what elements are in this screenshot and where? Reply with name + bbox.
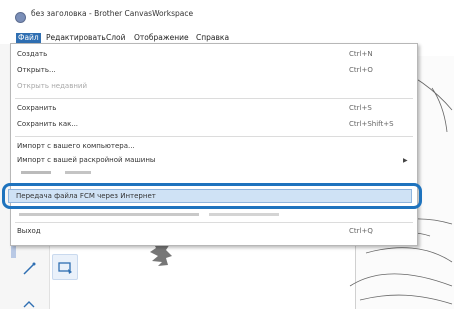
file-menu-dropdown: Создать Ctrl+N Открыть... Ctrl+O Открыть… <box>10 43 418 246</box>
vine-curve <box>431 87 448 133</box>
leaf-curve <box>365 247 453 263</box>
pen-tool-icon[interactable] <box>22 262 36 276</box>
submenu-arrow-icon: ▶ <box>403 157 408 164</box>
partially-hidden-menu-item <box>19 213 279 216</box>
menu-item-save[interactable]: Сохранить Ctrl+S <box>11 102 417 115</box>
tool-group-marker <box>11 244 16 258</box>
cut-tool-icon[interactable] <box>22 296 36 309</box>
menu-item-new[interactable]: Создать Ctrl+N <box>11 48 417 61</box>
menu-item-exit[interactable]: Выход Ctrl+Q <box>11 225 417 238</box>
menu-item-import-machine[interactable]: Импорт с вашей раскройной машины ▶ <box>11 154 417 167</box>
partially-hidden-menu-item <box>21 171 91 174</box>
leaf-curve <box>359 294 453 305</box>
menu-item-import-pc[interactable]: Импорт с вашего компьютера... <box>11 140 417 153</box>
rectangle-icon <box>58 262 72 274</box>
menu-item-transfer-fcm[interactable]: Передача файла FCM через Интернет <box>8 189 412 203</box>
menu-item-open-recent: Открыть недавний <box>17 82 88 90</box>
menu-separator <box>15 136 413 137</box>
menu-item-open[interactable]: Открыть... Ctrl+O <box>11 64 417 77</box>
leaf-curve <box>349 273 453 287</box>
menu-separator <box>15 98 413 99</box>
menu-separator <box>15 222 413 223</box>
shape-tool-button[interactable] <box>52 254 78 280</box>
menu-item-save-as[interactable]: Сохранить как... Ctrl+Shift+S <box>11 118 417 131</box>
